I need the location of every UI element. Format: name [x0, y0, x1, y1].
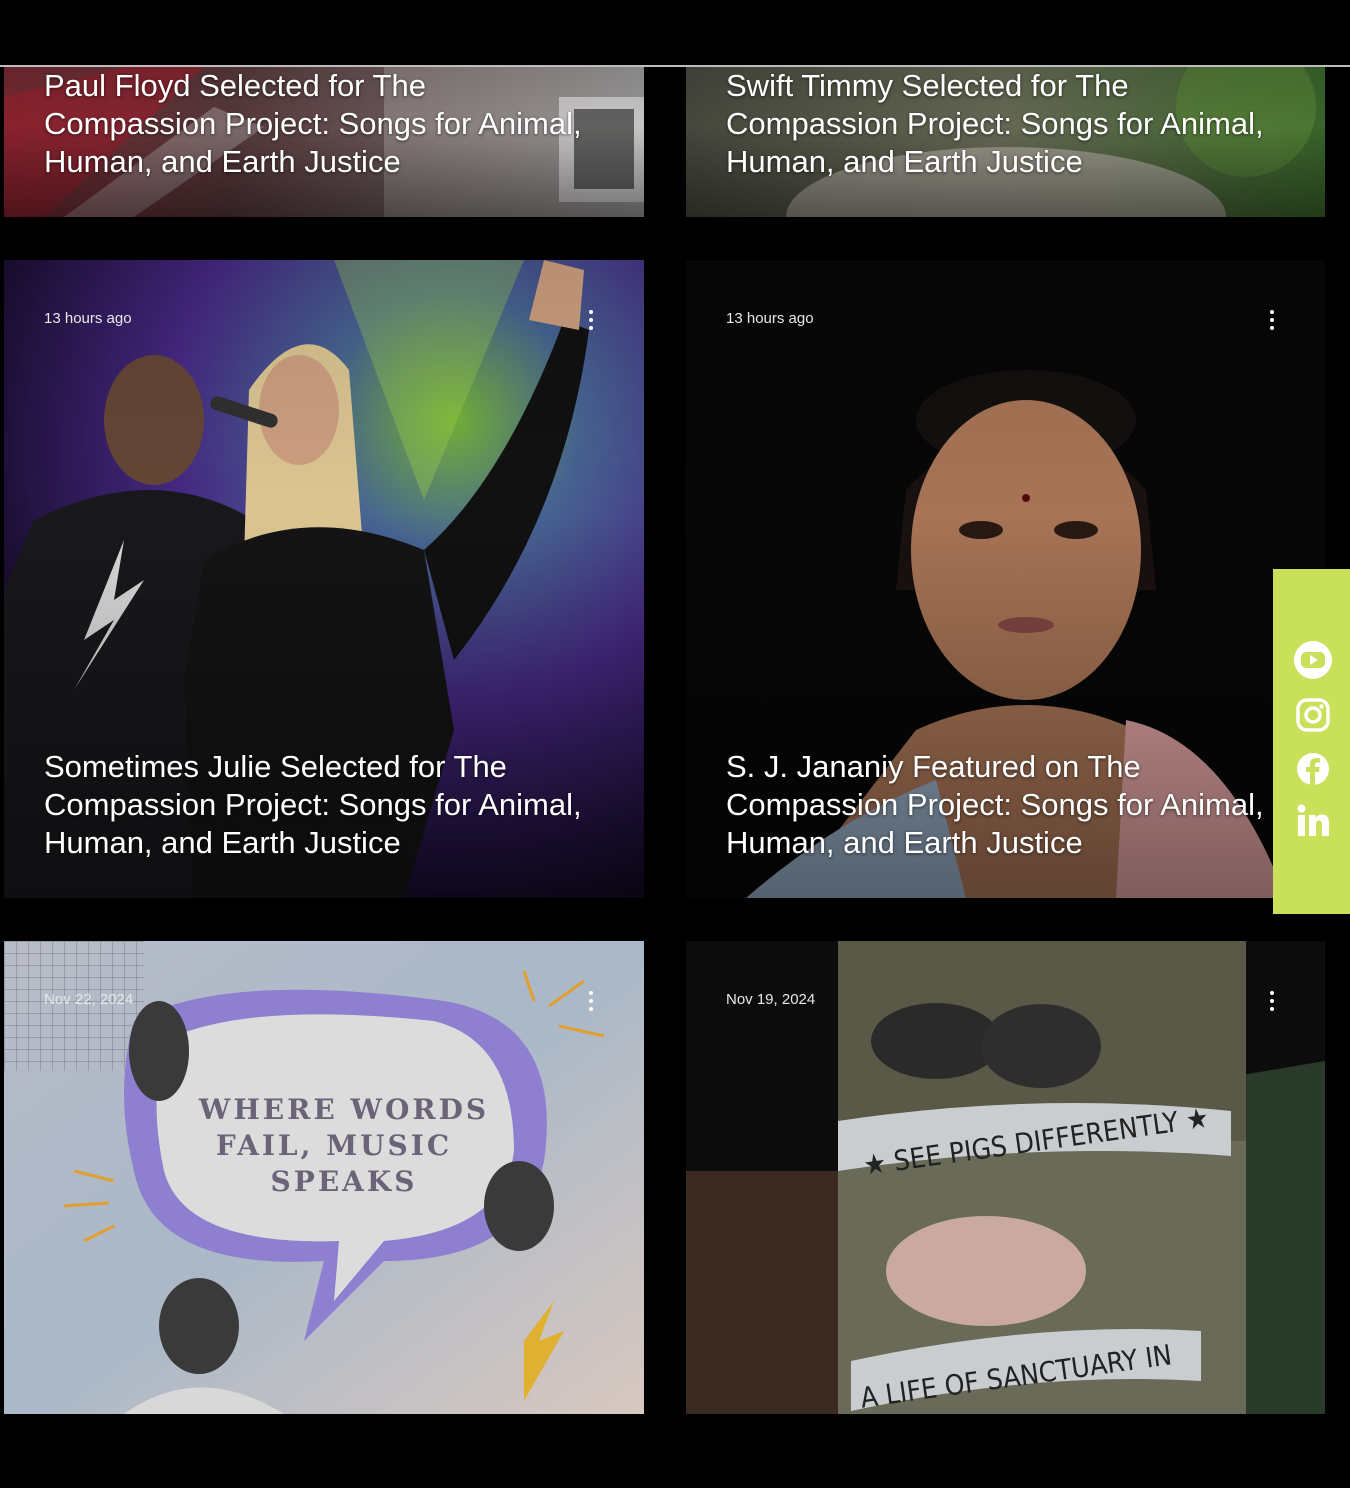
post-date: 13 hours ago [726, 310, 814, 327]
post-card-swift-timmy[interactable]: Swift Timmy Selected for The Compassion … [686, 67, 1325, 217]
post-date: Nov 19, 2024 [726, 991, 816, 1008]
artwork-line: FAIL, MUSIC [216, 1129, 452, 1162]
more-options-icon[interactable] [586, 991, 596, 1011]
more-options-icon[interactable] [1267, 991, 1277, 1011]
post-card-where-words-fail[interactable]: WHERE WORDS FAIL, MUSIC SPEAKS Nov 22, 2… [4, 941, 644, 1414]
instagram-icon[interactable] [1293, 695, 1333, 735]
facebook-icon[interactable] [1293, 749, 1333, 789]
post-title[interactable]: Sometimes Julie Selected for The Compass… [44, 748, 584, 862]
post-title[interactable]: S. J. Jananiy Featured on The Compassion… [726, 748, 1265, 862]
post-card-see-pigs-differently[interactable]: ★ SEE PIGS DIFFERENTLY ★ A LIFE OF SANCT… [686, 941, 1325, 1414]
artwork-line: SPEAKS [271, 1165, 418, 1198]
post-date: 13 hours ago [44, 310, 132, 327]
post-card-sometimes-julie[interactable]: 13 hours ago Sometimes Julie Selected fo… [4, 260, 644, 898]
post-title[interactable]: Swift Timmy Selected for The Compassion … [726, 67, 1265, 181]
post-title[interactable]: Paul Floyd Selected for The Compassion P… [44, 67, 584, 181]
post-image: ★ SEE PIGS DIFFERENTLY ★ A LIFE OF SANCT… [686, 941, 1325, 1414]
post-image: WHERE WORDS FAIL, MUSIC SPEAKS [4, 941, 644, 1414]
linkedin-icon[interactable] [1293, 801, 1333, 841]
social-bar [1273, 569, 1350, 914]
youtube-icon[interactable] [1293, 640, 1333, 680]
more-options-icon[interactable] [586, 310, 596, 330]
blog-feed-page: Paul Floyd Selected for The Compassion P… [0, 0, 1350, 1488]
mouth-illustration [484, 1161, 554, 1251]
post-date: Nov 22, 2024 [44, 991, 134, 1008]
ear-illustration [129, 1001, 189, 1101]
artwork-line: WHERE WORDS [198, 1093, 489, 1126]
more-options-icon[interactable] [1267, 310, 1277, 330]
post-card-paul-floyd[interactable]: Paul Floyd Selected for The Compassion P… [4, 67, 644, 217]
post-card-sj-jananiy[interactable]: 13 hours ago S. J. Jananiy Featured on T… [686, 260, 1325, 898]
